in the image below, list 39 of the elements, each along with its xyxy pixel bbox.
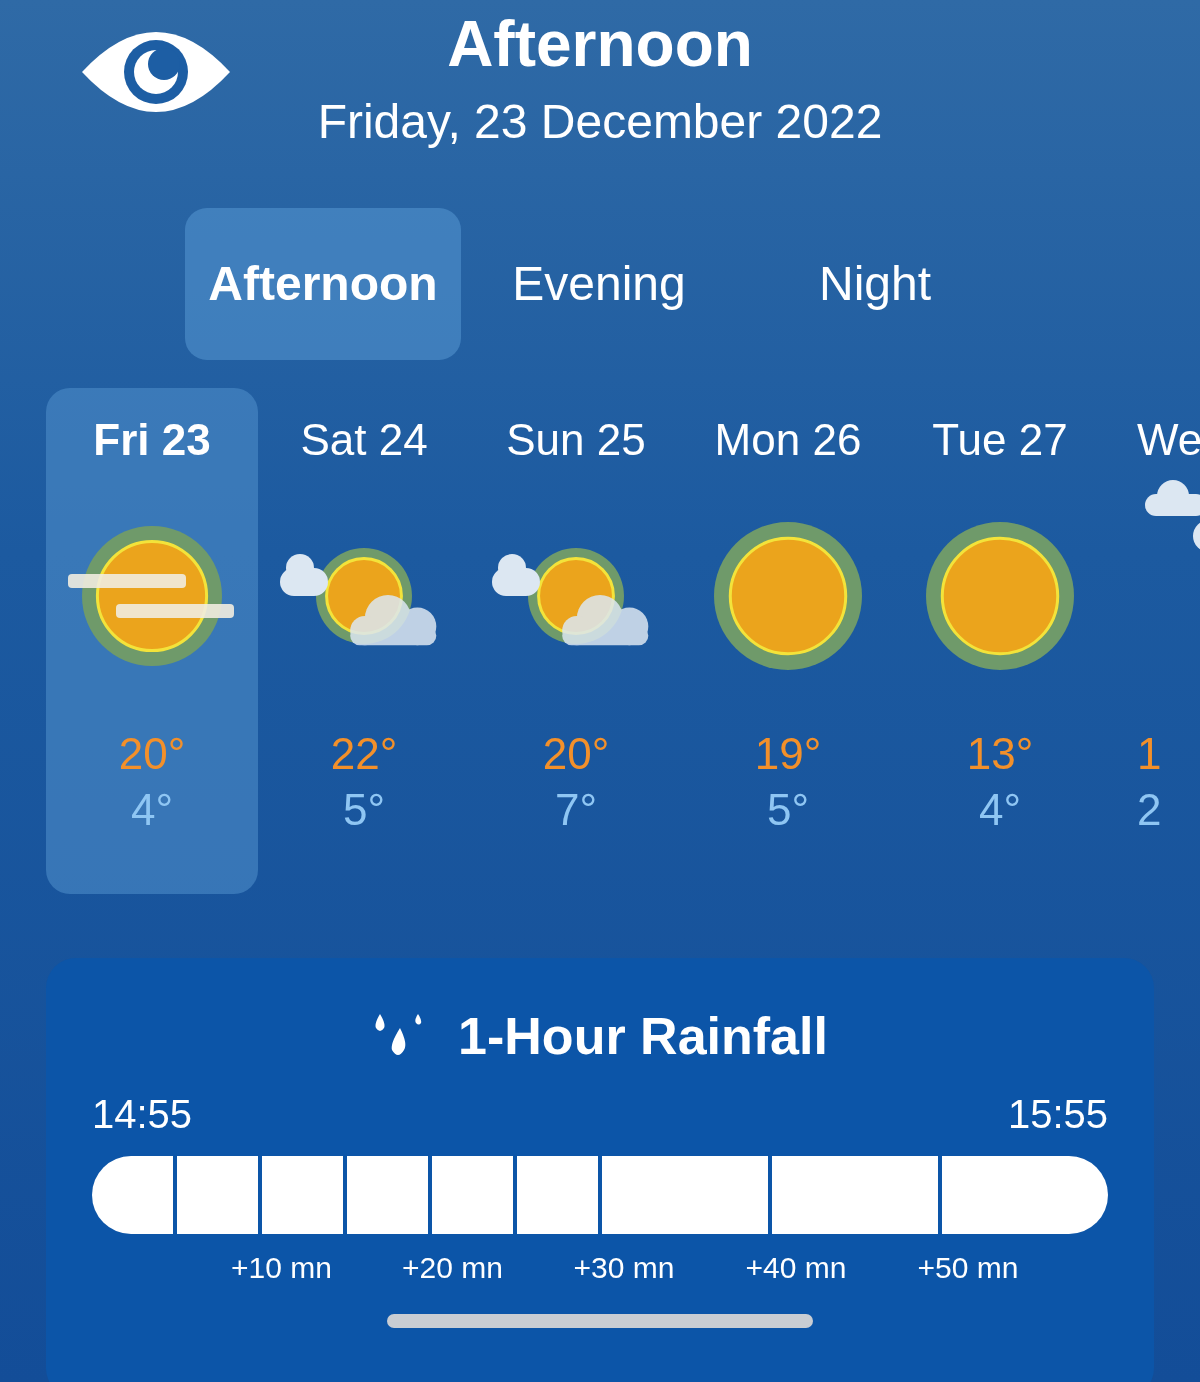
rainfall-title: 1-Hour Rainfall	[458, 1006, 828, 1066]
high-temperature: 13°	[966, 728, 1034, 780]
day-column[interactable]: Mon 26 19° 5°	[682, 388, 894, 894]
low-temperature: 5°	[342, 784, 386, 836]
sun-icon	[713, 521, 863, 671]
day-label: Sun 25	[506, 414, 646, 466]
time-tick: +30 mn	[572, 1250, 676, 1286]
day-label: Mon 26	[714, 414, 862, 466]
low-temperature: 4°	[130, 784, 174, 836]
day-column[interactable]: We 1 2	[1106, 388, 1200, 894]
low-temperature: 7°	[554, 784, 598, 836]
time-tick: +10 mn	[230, 1250, 333, 1286]
start-time: 14:55	[92, 1091, 193, 1138]
sun-icon	[925, 521, 1075, 671]
high-temperature: 20°	[542, 728, 610, 780]
time-tick: +20 mn	[401, 1250, 504, 1286]
day-column[interactable]: Sat 24 22° 5°	[258, 388, 470, 894]
day-label: Sat 24	[300, 414, 428, 466]
day-label: We	[1137, 414, 1200, 466]
high-temperature: 20°	[118, 728, 186, 780]
day-label: Tue 27	[932, 414, 1068, 466]
day-column[interactable]: Fri 23 20° 4°	[46, 388, 258, 894]
period-tab[interactable]: Night	[737, 208, 1013, 360]
page-title: Afternoon	[447, 7, 753, 82]
day-column[interactable]: Sun 25 20° 7°	[470, 388, 682, 894]
end-time: 15:55	[1007, 1091, 1108, 1138]
low-temperature: 2	[1137, 784, 1162, 836]
day-label: Fri 23	[93, 414, 211, 466]
time-tick: +50 mn	[916, 1250, 1020, 1286]
day-column[interactable]: Tue 27 13° 4°	[894, 388, 1106, 894]
date-text: Friday, 23 December 2022	[317, 94, 883, 150]
high-temperature: 19°	[754, 728, 822, 780]
high-temperature: 1	[1137, 728, 1162, 780]
period-tab[interactable]: Afternoon	[185, 208, 461, 360]
time-tick: +40 mn	[744, 1250, 848, 1286]
high-temperature: 22°	[330, 728, 398, 780]
period-tab[interactable]: Evening	[461, 208, 737, 360]
low-temperature: 4°	[978, 784, 1022, 836]
low-temperature: 5°	[766, 784, 810, 836]
